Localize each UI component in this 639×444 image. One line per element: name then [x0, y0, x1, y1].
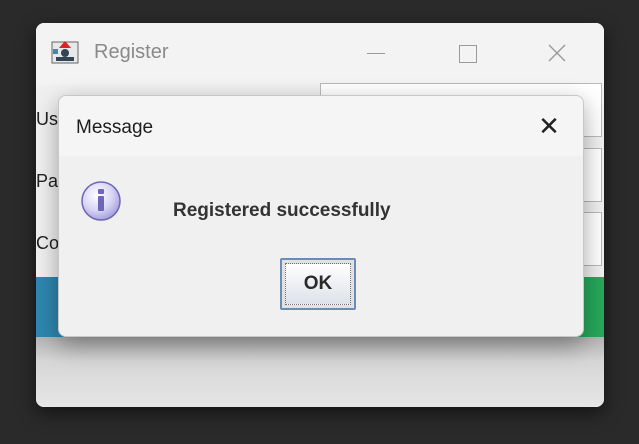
close-icon — [548, 44, 566, 62]
username-label: Us — [36, 109, 58, 129]
register-window-title: Register — [94, 41, 169, 63]
password-label: Pa — [36, 171, 59, 191]
info-icon — [81, 181, 121, 221]
register-footer — [36, 337, 604, 407]
maximize-button[interactable] — [443, 33, 491, 73]
dialog-title: Message — [76, 117, 154, 138]
ok-button-label: OK — [285, 263, 351, 305]
dialog-titlebar: Message ✕ — [59, 96, 583, 156]
java-app-icon — [51, 41, 79, 64]
dialog-message: Registered successfully — [173, 200, 391, 221]
close-button[interactable] — [533, 33, 581, 73]
desktop: Register Us Pa Co Message ✕ Registered s… — [0, 0, 639, 444]
register-titlebar: Register — [36, 23, 604, 85]
message-dialog: Message ✕ Registered successfully OK — [58, 95, 584, 337]
close-icon: ✕ — [538, 111, 560, 141]
dialog-close-button[interactable]: ✕ — [529, 108, 569, 144]
minimize-button[interactable] — [351, 33, 399, 73]
confirm-password-label: Co — [36, 233, 60, 253]
ok-button[interactable]: OK — [280, 258, 356, 310]
